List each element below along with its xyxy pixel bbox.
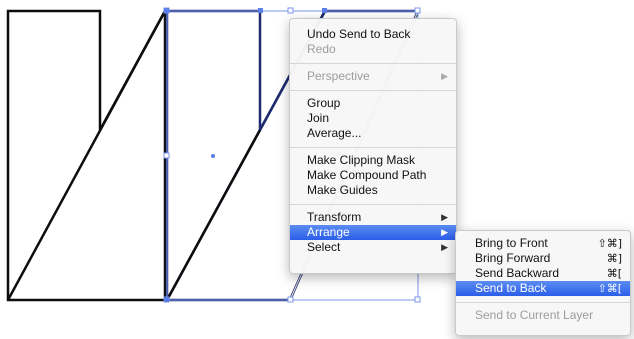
shape-left-diagonal xyxy=(6,10,167,301)
menu-item-send-to-back[interactable]: Send to Back ⇧⌘[ xyxy=(456,281,630,296)
menu-separator xyxy=(290,204,456,205)
keyboard-shortcut: ⇧⌘] xyxy=(597,237,622,250)
keyboard-shortcut: ⌘[ xyxy=(606,267,622,280)
menu-item-label: Group xyxy=(307,96,341,110)
menu-item-label: Send Backward xyxy=(475,266,560,280)
anchor-point[interactable] xyxy=(258,8,263,13)
menu-group-grouping: Group Join Average... xyxy=(290,96,456,141)
handle-top-right[interactable] xyxy=(414,7,421,14)
submenu-group-order: Bring to Front ⇧⌘] Bring Forward ⌘] Send… xyxy=(456,231,630,296)
menu-item-label: Bring Forward xyxy=(475,251,551,265)
menu-item-label: Arrange xyxy=(307,225,350,239)
context-menu: Undo Send to Back Redo Perspective ▶ Gro… xyxy=(289,18,457,274)
menu-item-label: Make Clipping Mask xyxy=(307,153,416,167)
menu-separator xyxy=(290,90,456,91)
menu-item-label: Make Guides xyxy=(307,183,378,197)
menu-item-label: Make Compound Path xyxy=(307,168,427,182)
menu-separator xyxy=(456,302,630,303)
submenu-arrow-icon: ▶ xyxy=(441,71,448,81)
keyboard-shortcut: ⌘] xyxy=(606,252,622,265)
menu-item-select[interactable]: Select ▶ xyxy=(290,240,456,255)
menu-item-bring-to-front[interactable]: Bring to Front ⇧⌘] xyxy=(456,236,630,251)
handle-bottom-right[interactable] xyxy=(414,296,421,303)
handle-top-middle[interactable] xyxy=(287,7,294,14)
menu-item-send-to-current-layer[interactable]: Send to Current Layer xyxy=(456,308,630,323)
keyboard-shortcut: ⇧⌘[ xyxy=(597,282,622,295)
menu-item-arrange[interactable]: Arrange ▶ xyxy=(290,225,456,240)
menu-separator xyxy=(290,63,456,64)
menu-item-label: Select xyxy=(307,240,341,254)
menu-item-redo[interactable]: Redo xyxy=(290,42,456,57)
arrange-submenu: Bring to Front ⇧⌘] Bring Forward ⌘] Send… xyxy=(455,230,631,336)
handle-middle-left[interactable] xyxy=(163,152,170,159)
menu-group-submenus: Transform ▶ Arrange ▶ Select ▶ xyxy=(290,210,456,255)
anchor-point[interactable] xyxy=(164,297,169,302)
menu-item-label: Bring to Front xyxy=(475,236,548,250)
menu-item-group[interactable]: Group xyxy=(290,96,456,111)
submenu-arrow-icon: ▶ xyxy=(441,242,448,252)
menu-item-make-clipping-mask[interactable]: Make Clipping Mask xyxy=(290,153,456,168)
selection-center-point xyxy=(211,154,215,158)
menu-group-perspective: Perspective ▶ xyxy=(290,69,456,84)
menu-group-history: Undo Send to Back Redo xyxy=(290,19,456,57)
handle-bottom-middle[interactable] xyxy=(287,296,294,303)
menu-item-send-backward[interactable]: Send Backward ⌘[ xyxy=(456,266,630,281)
menu-item-make-compound-path[interactable]: Make Compound Path xyxy=(290,168,456,183)
menu-item-label: Transform xyxy=(307,210,362,224)
menu-item-bring-forward[interactable]: Bring Forward ⌘] xyxy=(456,251,630,266)
menu-item-make-guides[interactable]: Make Guides xyxy=(290,183,456,198)
menu-group-make: Make Clipping Mask Make Compound Path Ma… xyxy=(290,153,456,198)
menu-item-label: Perspective xyxy=(307,69,370,83)
submenu-arrow-icon: ▶ xyxy=(441,227,448,237)
submenu-group-layer: Send to Current Layer xyxy=(456,308,630,323)
menu-item-average[interactable]: Average... xyxy=(290,126,456,141)
menu-item-join[interactable]: Join xyxy=(290,111,456,126)
anchor-point[interactable] xyxy=(322,8,327,13)
menu-item-label: Send to Current Layer xyxy=(475,308,594,322)
menu-item-label: Join xyxy=(307,111,330,125)
anchor-point[interactable] xyxy=(164,8,169,13)
menu-item-perspective[interactable]: Perspective ▶ xyxy=(290,69,456,84)
submenu-arrow-icon: ▶ xyxy=(441,212,448,222)
menu-item-label: Redo xyxy=(307,42,336,56)
menu-item-label: Average... xyxy=(307,126,362,140)
menu-item-label: Undo Send to Back xyxy=(307,27,411,41)
menu-item-undo-send-to-back[interactable]: Undo Send to Back xyxy=(290,27,456,42)
menu-item-transform[interactable]: Transform ▶ xyxy=(290,210,456,225)
menu-separator xyxy=(290,147,456,148)
menu-item-label: Send to Back xyxy=(475,281,547,295)
